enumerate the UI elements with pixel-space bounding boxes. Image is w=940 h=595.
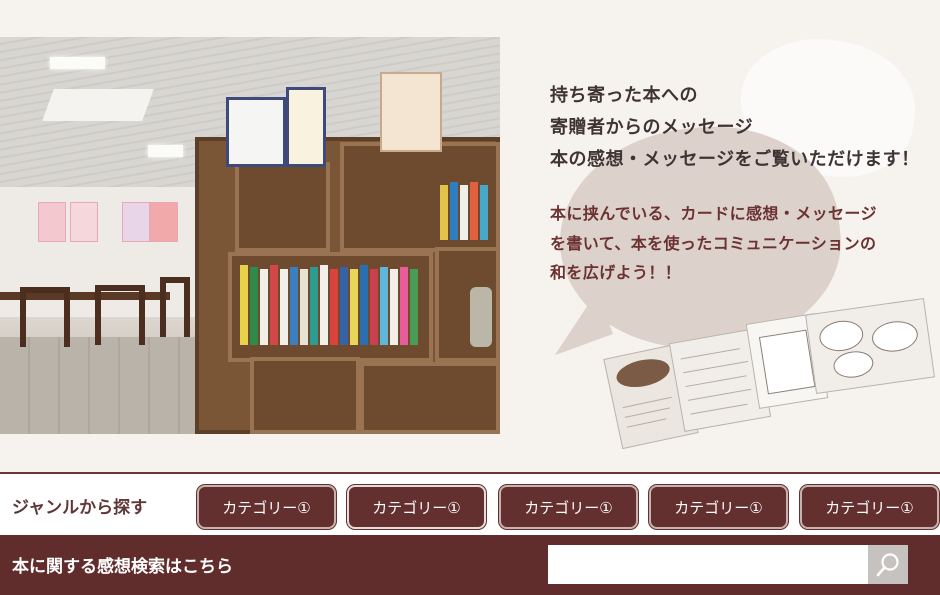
message-card-illustration xyxy=(805,298,935,394)
photo-display-card xyxy=(226,97,286,167)
card-cloud xyxy=(870,318,920,355)
message-body: 本に挟んでいる、カードに感想・メッセージ を書いて、本を使ったコミュニケーション… xyxy=(550,199,877,288)
library-photo xyxy=(0,37,500,434)
message-heading-line: 持ち寄った本への xyxy=(550,85,698,106)
photo-ceiling-light xyxy=(50,57,105,69)
message-heading-line: 寄贈者からのメッセージ xyxy=(550,117,754,138)
card-line xyxy=(622,396,672,409)
photo-book xyxy=(470,182,478,240)
photo-book xyxy=(390,269,398,345)
photo-book xyxy=(240,265,248,345)
photo-poster xyxy=(38,202,66,242)
photo-book xyxy=(270,265,278,345)
photo-crate xyxy=(235,162,330,252)
photo-book xyxy=(340,267,348,345)
photo-crate xyxy=(250,357,360,434)
photo-book xyxy=(250,267,258,345)
photo-chair xyxy=(160,277,190,337)
photo-chair xyxy=(20,287,70,347)
photo-book xyxy=(260,269,268,345)
message-heading: 持ち寄った本への 寄贈者からのメッセージ 本の感想・メッセージをご覧いただけます… xyxy=(550,80,920,176)
category-button[interactable]: カテゴリー① xyxy=(197,485,336,529)
photo-book xyxy=(320,265,328,345)
photo-book xyxy=(480,185,488,240)
photo-ceiling-light xyxy=(148,145,183,157)
photo-book xyxy=(300,269,308,345)
card-line xyxy=(624,407,670,418)
card-speech-pill xyxy=(613,354,673,392)
message-heading-line: 本の感想・メッセージをご覧いただけます！ xyxy=(550,149,920,170)
photo-poster xyxy=(150,202,178,242)
search-button[interactable] xyxy=(868,545,908,584)
photo-poster xyxy=(70,202,98,242)
photo-book xyxy=(440,185,448,240)
photo-book xyxy=(400,267,408,345)
card-line xyxy=(685,375,747,388)
card-cloud xyxy=(831,348,876,381)
card-line xyxy=(680,348,740,360)
card-line xyxy=(690,403,748,415)
photo-display-card xyxy=(380,72,442,152)
photo-display-card xyxy=(286,87,326,167)
photo-vase xyxy=(470,287,492,347)
photo-book xyxy=(450,182,458,240)
photo-book xyxy=(370,269,378,345)
card-line xyxy=(687,388,752,401)
photo-vent xyxy=(42,89,154,121)
photo-poster xyxy=(122,202,150,242)
message-body-line: 和を広げよう！！ xyxy=(550,263,682,282)
genre-bar: ジャンルから探す カテゴリー① カテゴリー① カテゴリー① カテゴリー① カテゴ… xyxy=(0,472,940,535)
category-button[interactable]: カテゴリー① xyxy=(499,485,638,529)
card-message-box xyxy=(758,329,816,395)
photo-book xyxy=(360,265,368,345)
genre-label: ジャンルから探す xyxy=(12,498,148,518)
card-line xyxy=(626,418,667,428)
card-cloud xyxy=(817,317,866,354)
photo-chair xyxy=(95,285,145,345)
card-line xyxy=(683,360,749,374)
photo-book xyxy=(280,269,288,345)
message-body-line: を書いて、本を使ったコミュニケーションの xyxy=(550,233,877,253)
search-icon xyxy=(876,553,899,577)
hero-section: 持ち寄った本への 寄贈者からのメッセージ 本の感想・メッセージをご覧いただけます… xyxy=(0,0,940,472)
search-label: 本に関する感想検索はこちら xyxy=(12,557,233,577)
photo-book xyxy=(330,269,338,345)
search-input[interactable] xyxy=(548,545,868,584)
search-bar: 本に関する感想検索はこちら xyxy=(0,535,940,595)
category-button[interactable]: カテゴリー① xyxy=(800,485,939,529)
category-button[interactable]: カテゴリー① xyxy=(649,485,788,529)
photo-book xyxy=(350,269,358,345)
photo-book xyxy=(460,185,468,240)
photo-book xyxy=(410,269,418,345)
photo-book xyxy=(310,267,318,345)
photo-crate xyxy=(360,362,500,434)
photo-book xyxy=(290,267,298,345)
category-button[interactable]: カテゴリー① xyxy=(347,485,486,529)
photo-book xyxy=(380,267,388,345)
message-body-line: 本に挟んでいる、カードに感想・メッセージ xyxy=(550,204,877,223)
